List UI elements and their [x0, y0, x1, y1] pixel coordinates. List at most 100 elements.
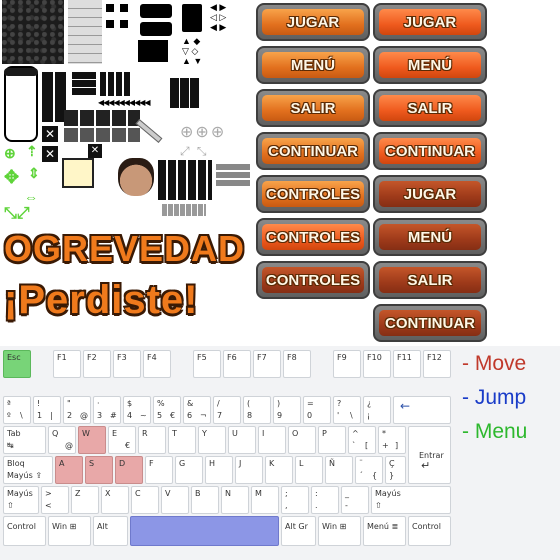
key-d[interactable]: D: [115, 456, 143, 484]
key-label: |: [50, 411, 53, 420]
key-f[interactable]: F: [145, 456, 173, 484]
key-7[interactable]: /7: [213, 396, 241, 424]
key-5[interactable]: % 5 €: [153, 396, 181, 424]
key-f8[interactable]: F8: [283, 350, 311, 378]
key-f2[interactable]: F2: [83, 350, 111, 378]
key-label: +: [382, 441, 389, 450]
key-space[interactable]: [130, 516, 279, 546]
play-button[interactable]: JUGAR: [256, 3, 370, 41]
key-p[interactable]: P: [318, 426, 346, 454]
play-button-hover[interactable]: JUGAR: [373, 3, 487, 41]
menu-button-hover[interactable]: MENÚ: [373, 46, 487, 84]
key-o[interactable]: O: [288, 426, 316, 454]
key-label: 1: [37, 411, 43, 420]
key-x[interactable]: X: [101, 486, 129, 514]
key-f11[interactable]: F11: [393, 350, 421, 378]
continue-button-pressed[interactable]: CONTINUAR: [373, 304, 487, 342]
key-f4[interactable]: F4: [143, 350, 171, 378]
key-minus[interactable]: _ -: [341, 486, 369, 514]
continue-button[interactable]: CONTINUAR: [256, 132, 370, 170]
key-f5[interactable]: F5: [193, 350, 221, 378]
key-period[interactable]: :.: [311, 486, 339, 514]
key-backspace[interactable]: ←: [393, 396, 451, 424]
key-f12[interactable]: F12: [423, 350, 451, 378]
key-caps-lock[interactable]: Bloq Mayús ⇪: [3, 456, 53, 484]
key-v[interactable]: V: [161, 486, 189, 514]
key-label: Q: [52, 429, 59, 438]
key-f3[interactable]: F3: [113, 350, 141, 378]
key-shift-right[interactable]: Mayús ⇧: [371, 486, 451, 514]
key-acute[interactable]: ¨ ´ {: [355, 456, 383, 484]
exit-button-pressed[interactable]: SALIR: [373, 261, 487, 299]
key-9[interactable]: ) 9: [273, 396, 301, 424]
key-ctrl-right[interactable]: Control: [408, 516, 451, 546]
key-r[interactable]: R: [138, 426, 166, 454]
key-3[interactable]: · 3 #: [93, 396, 121, 424]
key-ordinal[interactable]: ª º \: [3, 396, 31, 424]
key-alt-gr[interactable]: Alt Gr: [281, 516, 316, 546]
key-label: ¡: [367, 411, 371, 420]
key-alt[interactable]: Alt: [93, 516, 128, 546]
key-j[interactable]: J: [235, 456, 263, 484]
key-s[interactable]: S: [85, 456, 113, 484]
key-e[interactable]: E €: [108, 426, 136, 454]
key-g[interactable]: G: [175, 456, 203, 484]
key-h[interactable]: H: [205, 456, 233, 484]
controls-button[interactable]: CONTROLES: [256, 175, 370, 213]
key-label: O: [292, 429, 299, 438]
controls-button-hover[interactable]: CONTROLES: [256, 218, 370, 256]
key-less-than[interactable]: > <: [41, 486, 69, 514]
key-enye[interactable]: Ñ: [325, 456, 353, 484]
key-b[interactable]: B: [191, 486, 219, 514]
menu-button-pressed[interactable]: MENÚ: [373, 218, 487, 256]
control-buttons-sprite: [64, 128, 140, 142]
key-a[interactable]: A: [55, 456, 83, 484]
key-esc[interactable]: Esc: [3, 350, 31, 378]
key-win-left[interactable]: Win ⊞: [48, 516, 91, 546]
key-label: Menú ≣: [367, 522, 399, 531]
key-f1[interactable]: F1: [53, 350, 81, 378]
key-f6[interactable]: F6: [223, 350, 251, 378]
key-n[interactable]: N: [221, 486, 249, 514]
key-inverted-exclamation[interactable]: ¿ ¡: [363, 396, 391, 424]
key-menu[interactable]: Menú ≣: [363, 516, 406, 546]
key-f7[interactable]: F7: [253, 350, 281, 378]
key-8[interactable]: (8: [243, 396, 271, 424]
key-label: Win ⊞: [52, 522, 77, 531]
key-i[interactable]: I: [258, 426, 286, 454]
key-m[interactable]: M: [251, 486, 279, 514]
key-comma[interactable]: ;,: [281, 486, 309, 514]
key-plus[interactable]: * +]: [378, 426, 406, 454]
exit-button[interactable]: SALIR: [256, 89, 370, 127]
key-y[interactable]: Y: [198, 426, 226, 454]
key-z[interactable]: Z: [71, 486, 99, 514]
key-2[interactable]: " 2 @: [63, 396, 91, 424]
menu-button[interactable]: MENÚ: [256, 46, 370, 84]
key-w[interactable]: W: [78, 426, 106, 454]
key-enter[interactable]: Entrar ↵: [408, 426, 451, 484]
continue-button-hover[interactable]: CONTINUAR: [373, 132, 487, 170]
play-button-pressed[interactable]: JUGAR: [373, 175, 487, 213]
key-t[interactable]: T: [168, 426, 196, 454]
key-l[interactable]: L: [295, 456, 323, 484]
key-4[interactable]: $4 ~: [123, 396, 151, 424]
key-shift-left[interactable]: Mayús ⇧: [3, 486, 39, 514]
exit-button-hover[interactable]: SALIR: [373, 89, 487, 127]
key-f10[interactable]: F10: [363, 350, 391, 378]
key-apostrophe[interactable]: ? ' \: [333, 396, 361, 424]
key-0[interactable]: = 0: [303, 396, 331, 424]
controls-button-pressed[interactable]: CONTROLES: [256, 261, 370, 299]
key-k[interactable]: K: [265, 456, 293, 484]
key-q[interactable]: Q @: [48, 426, 76, 454]
key-cedilla[interactable]: Ç}: [385, 456, 406, 484]
key-u[interactable]: U: [228, 426, 256, 454]
key-grave[interactable]: ^ ` [: [348, 426, 376, 454]
key-tab[interactable]: Tab ↹: [3, 426, 46, 454]
key-c[interactable]: C: [131, 486, 159, 514]
key-ctrl-left[interactable]: Control: [3, 516, 46, 546]
key-f9[interactable]: F9: [333, 350, 361, 378]
key-win-right[interactable]: Win ⊞: [318, 516, 361, 546]
key-label: F: [149, 459, 154, 468]
key-1[interactable]: ! 1 |: [33, 396, 61, 424]
key-6[interactable]: & 6 ¬: [183, 396, 211, 424]
